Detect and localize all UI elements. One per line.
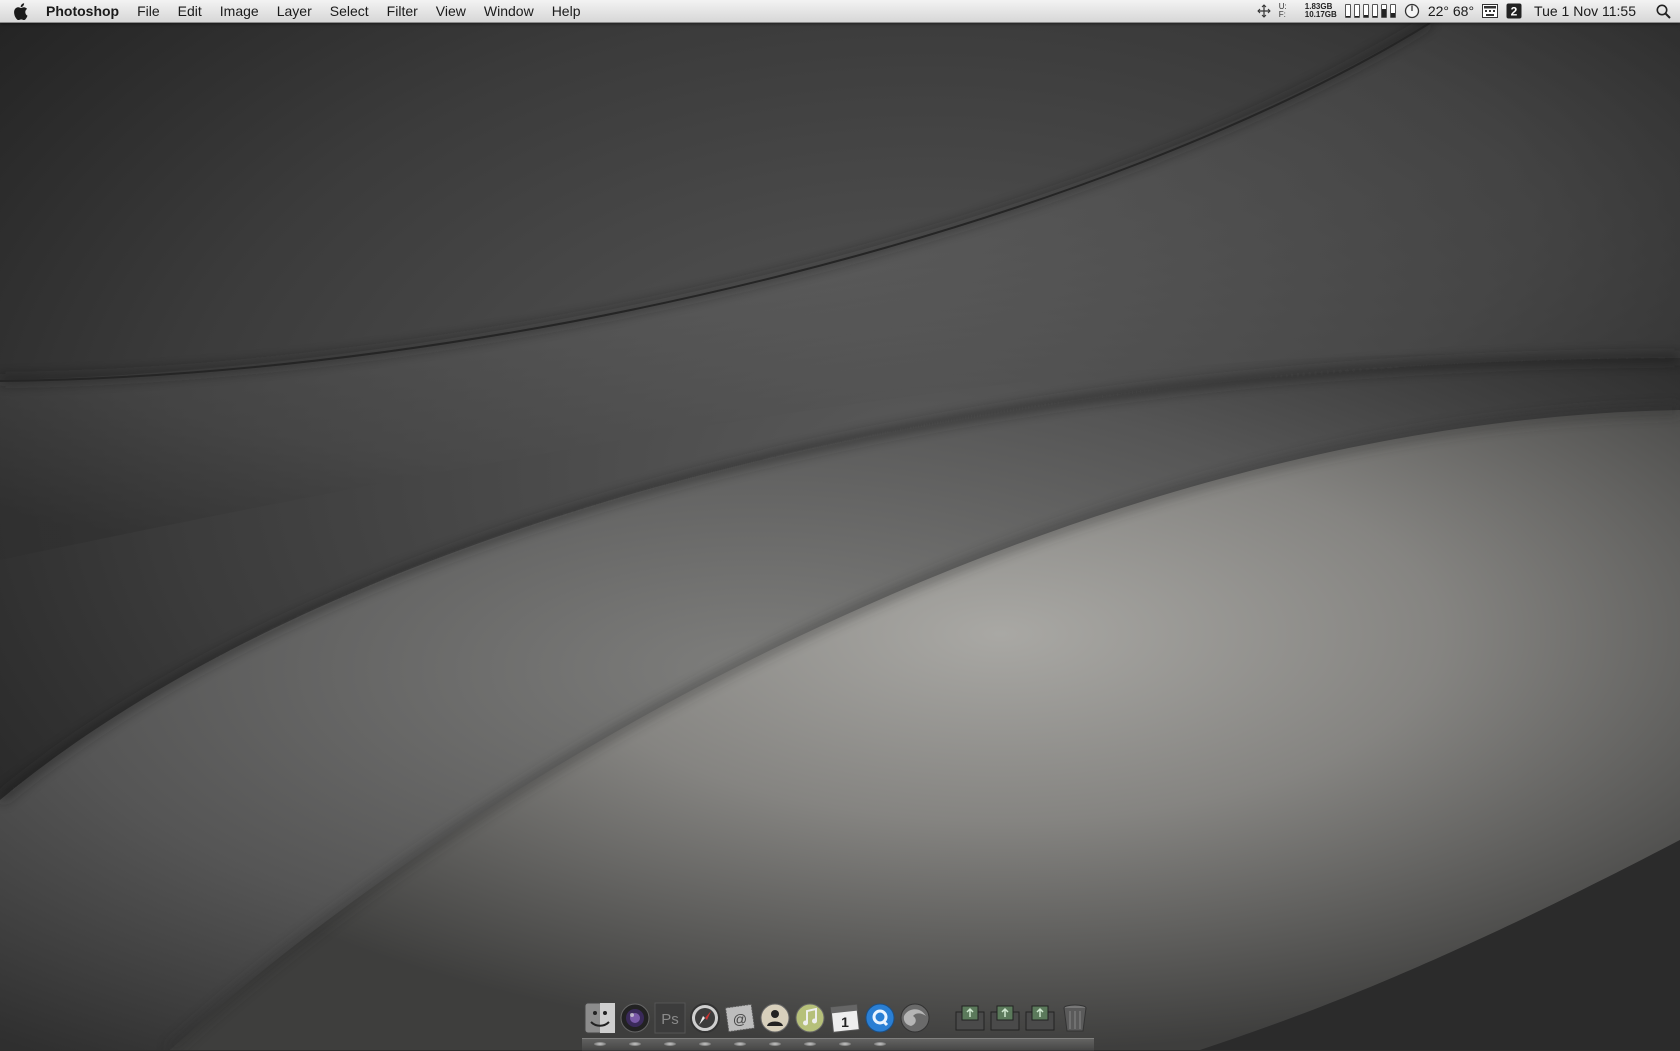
firefox-globe-icon [900,1003,929,1033]
menu-bar: Photoshop File Edit Image Layer Select F… [0,0,1680,23]
itunes-note-icon [795,1003,824,1033]
dock-firefox[interactable] [897,1000,932,1036]
dock-stack-3[interactable] [1022,1000,1057,1036]
keyboard-viewer-icon[interactable] [1478,0,1502,22]
menu-select[interactable]: Select [321,0,378,22]
trash-icon [1063,1004,1086,1032]
temperature-readout[interactable]: 22° 68° [1424,0,1478,22]
dock-quicktime[interactable] [862,1000,897,1046]
aperture-lens-icon [620,1003,649,1033]
svg-text:@: @ [732,1011,746,1027]
folder-stack-icon [1025,1005,1054,1031]
dock-itunes[interactable] [792,1000,827,1046]
menu-filter[interactable]: Filter [378,0,427,22]
cpu-meter[interactable] [1341,0,1400,22]
spaces-number: 2 [1511,5,1518,19]
calendar-day: 1 [841,1014,849,1030]
menu-layer[interactable]: Layer [268,0,321,22]
memory-free-value: 10.17GB [1304,10,1337,19]
menu-bar-extras: U: 1.83GB F: 10.17GB 22° 68° 2 Tue 1 Nov… [1253,0,1680,22]
dock-address-book[interactable] [757,1000,792,1046]
desktop-wallpaper [0,0,1680,1050]
menu-edit[interactable]: Edit [169,0,211,22]
dock-stack-2[interactable] [987,1000,1022,1036]
memory-free-label: F: [1278,10,1286,19]
running-indicator [628,1042,641,1046]
dock-ical[interactable]: 1 [827,1000,862,1046]
date-time[interactable]: Tue 1 Nov 11:55 [1526,3,1646,19]
running-indicator [768,1042,781,1046]
cpu-gauge-fill [1345,15,1350,17]
timer-icon[interactable] [1400,0,1424,22]
spaces-number-icon[interactable]: 2 [1502,0,1526,22]
photoshop-icon: Ps [654,1002,685,1034]
memory-monitor[interactable]: U: 1.83GB F: 10.17GB [1275,0,1341,22]
cpu-gauge-1 [1344,4,1351,18]
menu-window[interactable]: Window [475,0,543,22]
cpu-gauge-4 [1371,4,1378,18]
running-indicator [663,1042,676,1046]
cpu-gauge-2 [1353,4,1360,18]
running-indicator [803,1042,816,1046]
cpu-gauge-5 [1380,4,1387,18]
menu-view[interactable]: View [427,0,475,22]
spotlight-search-icon[interactable] [1646,0,1680,22]
menu-image[interactable]: Image [211,0,268,22]
apple-logo-icon[interactable] [0,0,40,22]
running-indicator [698,1042,711,1046]
dock: Ps @ 1 [582,1000,1094,1050]
dock-photoshop[interactable]: Ps [652,1000,687,1046]
dock-aperture[interactable] [617,1000,652,1046]
running-indicator [873,1042,886,1046]
network-activity-icon[interactable] [1253,0,1275,22]
dock-trash[interactable] [1057,1000,1092,1036]
cpu-gauge-fill [1390,13,1395,17]
cpu-gauge-3 [1362,4,1369,18]
menu-help[interactable]: Help [543,0,590,22]
menu-app-photoshop[interactable]: Photoshop [40,0,128,22]
folder-stack-icon [955,1005,984,1031]
safari-compass-icon [689,1003,720,1033]
photoshop-label: Ps [661,1011,679,1028]
menu-bar-left: Photoshop File Edit Image Layer Select F… [0,0,589,22]
cpu-gauge-fill [1363,15,1368,17]
finder-icon [584,1002,615,1034]
menu-file[interactable]: File [128,0,169,22]
calendar-icon: 1 [829,1004,860,1033]
mail-stamp-icon: @ [724,1003,755,1033]
dock-safari[interactable] [687,1000,722,1046]
cpu-gauge-fill [1354,15,1359,17]
quicktime-icon [865,1003,894,1033]
running-indicator [733,1042,746,1046]
running-indicator [593,1042,606,1046]
cpu-gauge-6 [1389,4,1396,18]
dock-mail[interactable]: @ [722,1000,757,1046]
dock-stack-1[interactable] [952,1000,987,1036]
dock-finder[interactable] [582,1000,617,1046]
running-indicator [838,1042,851,1046]
contacts-icon [760,1003,789,1033]
cpu-gauge-fill [1381,8,1386,17]
cpu-gauges [1344,4,1396,18]
cpu-gauge-fill [1372,15,1377,17]
folder-stack-icon [990,1005,1019,1031]
